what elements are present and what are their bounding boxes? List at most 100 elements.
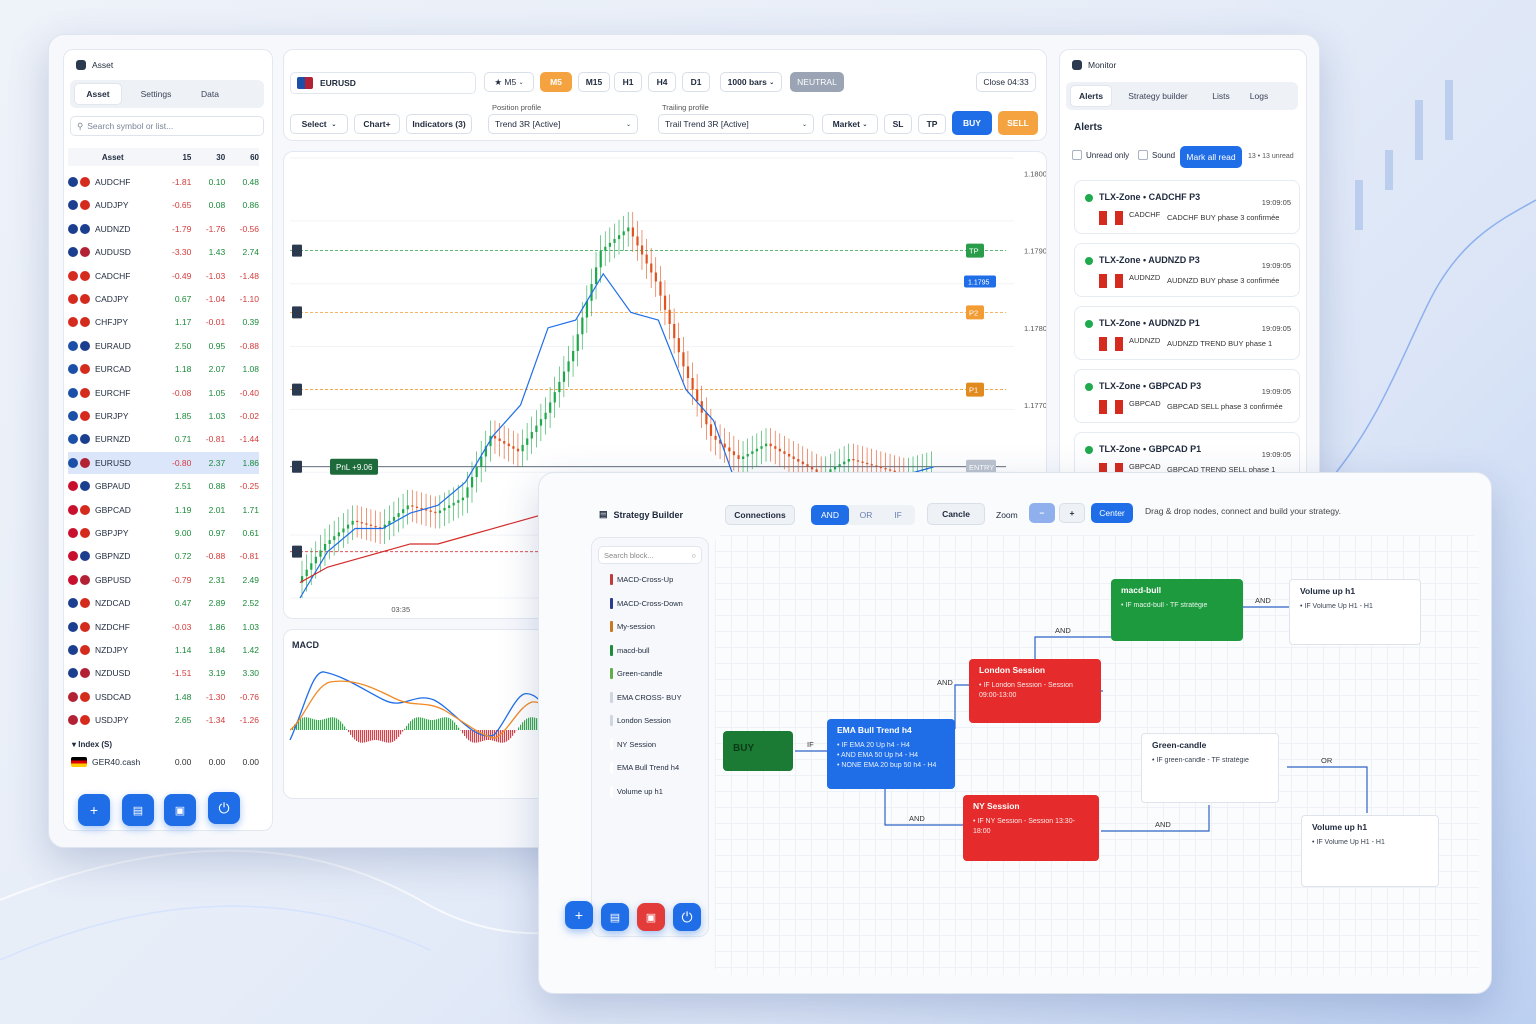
delete-button[interactable]: ▣: [164, 794, 196, 826]
center-button[interactable]: Center: [1091, 503, 1133, 523]
zoom-in-button[interactable]: +: [1059, 503, 1085, 523]
chart-plus-button[interactable]: Chart+: [354, 114, 400, 134]
connections-button[interactable]: Connections: [725, 505, 795, 525]
tab-alerts[interactable]: Alerts: [1070, 85, 1112, 107]
tab-strategy-builder[interactable]: Strategy builder: [1118, 85, 1198, 107]
alert-card[interactable]: TLX-Zone • CADCHF P3 19:09:05 CADCHF CADCHF…: [1074, 180, 1300, 234]
asset-row[interactable]: GBPNZD 0.72 -0.88 -0.81: [68, 545, 259, 567]
asset-row[interactable]: GBPCAD 1.19 2.01 1.71: [68, 499, 259, 521]
if-toggle[interactable]: IF: [883, 505, 913, 525]
node-ema-bull-trend[interactable]: EMA Bull Trend h4 • IF EMA 20 Up h4 - H4…: [827, 719, 955, 789]
block-item[interactable]: EMA Bull Trend h4: [610, 762, 679, 773]
asset-row[interactable]: CADCHF -0.49 -1.03 -1.48: [68, 265, 259, 287]
asset-row[interactable]: GBPJPY 9.00 0.97 0.61: [68, 522, 259, 544]
asset-row[interactable]: AUDJPY -0.65 0.08 0.86: [68, 194, 259, 216]
sl-button[interactable]: SL: [884, 114, 912, 134]
alert-card[interactable]: TLX-Zone • AUDNZD P3 19:09:05 AUDNZD AUDNZD…: [1074, 243, 1300, 297]
asset-row[interactable]: USDCAD 1.48 -1.30 -0.76: [68, 686, 259, 708]
asset-row[interactable]: NZDCAD 0.47 2.89 2.52: [68, 592, 259, 614]
asset-row[interactable]: USDJPY 2.65 -1.34 -1.26: [68, 709, 259, 731]
block-item[interactable]: Volume up h1: [610, 785, 663, 797]
asset-row[interactable]: CADJPY 0.67 -1.04 -1.10: [68, 288, 259, 310]
bars-select[interactable]: 1000 bars ⌄: [720, 72, 782, 92]
tab-data[interactable]: Data: [190, 83, 230, 105]
asset-row[interactable]: EURJPY 1.85 1.03 -0.02: [68, 405, 259, 427]
node-london-session[interactable]: London Session • IF London Session - Ses…: [969, 659, 1101, 723]
tf-h4[interactable]: H4: [648, 72, 676, 92]
sound-checkbox[interactable]: Sound: [1138, 150, 1175, 160]
block-search-input[interactable]: Search block... ○: [598, 546, 702, 564]
node-volume-up-h1-bottom[interactable]: Volume up h1 • IF Volume Up H1 - H1: [1301, 815, 1439, 887]
tf-d1[interactable]: D1: [682, 72, 710, 92]
index-row[interactable]: GER40.cash 0.00 0.00 0.00: [68, 751, 259, 773]
node-buy[interactable]: BUY: [723, 731, 793, 771]
block-item[interactable]: London Session: [610, 715, 671, 726]
order-type-select[interactable]: Market ⌄: [822, 114, 878, 134]
asset-row[interactable]: EURNZD 0.71 -0.81 -1.44: [68, 428, 259, 450]
asset-row[interactable]: EURCAD 1.18 2.07 1.08: [68, 358, 259, 380]
asset-row[interactable]: GBPAUD 2.51 0.88 -0.25: [68, 475, 259, 497]
level-marker-icon[interactable]: [292, 383, 302, 396]
block-item[interactable]: NY Session: [610, 738, 656, 750]
tab-logs[interactable]: Logs: [1242, 85, 1276, 107]
buy-button[interactable]: BUY: [952, 111, 992, 135]
add-button[interactable]: +: [78, 794, 110, 826]
builder-canvas[interactable]: IF AND AND AND AND AND OR BUY EMA Bull T…: [715, 535, 1479, 975]
level-marker-icon[interactable]: [292, 244, 302, 257]
node-green-candle[interactable]: Green-candle • IF green-candle - TF stra…: [1141, 733, 1279, 803]
asset-row[interactable]: NZDJPY 1.14 1.84 1.42: [68, 639, 259, 661]
document-button[interactable]: ▤: [122, 794, 154, 826]
position-profile-select[interactable]: Trend 3R [Active] ⌄: [488, 114, 638, 134]
favorite-timeframe[interactable]: ★ M5 ⌄: [484, 72, 534, 92]
level-marker-icon[interactable]: [292, 460, 302, 473]
index-group-label[interactable]: ▾ Index (S): [72, 740, 112, 749]
asset-row[interactable]: EURUSD -0.80 2.37 1.86: [68, 451, 259, 474]
power-button[interactable]: ⏻: [208, 792, 240, 824]
asset-row[interactable]: EURCHF -0.08 1.05 -0.40: [68, 382, 259, 404]
or-toggle[interactable]: OR: [851, 505, 881, 525]
alert-card[interactable]: TLX-Zone • AUDNZD P1 19:09:05 AUDNZD AUDNZD…: [1074, 306, 1300, 360]
zoom-out-button[interactable]: −: [1029, 503, 1055, 523]
node-ny-session[interactable]: NY Session • IF NY Session - Session 13:…: [963, 795, 1099, 861]
alert-card[interactable]: TLX-Zone • GBPCAD P3 19:09:05 GBPCAD GBPCAD…: [1074, 369, 1300, 423]
block-item[interactable]: MACD-Cross-Down: [610, 597, 683, 609]
select-dropdown[interactable]: Select ⌄: [290, 114, 348, 134]
and-toggle[interactable]: AND: [811, 505, 849, 525]
level-marker-icon[interactable]: [292, 306, 302, 319]
level-marker-icon[interactable]: [292, 545, 302, 558]
symbol-select[interactable]: EURUSD: [290, 72, 476, 94]
block-item[interactable]: My-session: [610, 621, 655, 632]
node-volume-up-h1-top[interactable]: Volume up h1 • IF Volume Up H1 - H1: [1289, 579, 1421, 645]
asset-row[interactable]: AUDNZD -1.79 -1.76 -0.56: [68, 218, 259, 240]
tab-asset[interactable]: Asset: [74, 83, 122, 105]
tf-m15[interactable]: M15: [578, 72, 610, 92]
tab-settings[interactable]: Settings: [128, 83, 184, 105]
add-node-button[interactable]: +: [565, 901, 593, 929]
indicators-button[interactable]: Indicators (3): [406, 114, 472, 134]
asset-row[interactable]: AUDUSD -3.30 1.43 2.74: [68, 241, 259, 263]
asset-row[interactable]: NZDCHF -0.03 1.86 1.03: [68, 616, 259, 638]
search-input[interactable]: ⚲ Search symbol or list...: [70, 116, 264, 136]
mark-all-read-button[interactable]: Mark all read: [1180, 146, 1242, 168]
cancel-button[interactable]: Cancle: [927, 503, 985, 525]
delete-node-button[interactable]: ▣: [637, 903, 665, 931]
unread-only-checkbox[interactable]: Unread only: [1072, 150, 1129, 160]
block-item[interactable]: MACD-Cross-Up: [610, 574, 673, 585]
asset-row[interactable]: CHFJPY 1.17 -0.01 0.39: [68, 311, 259, 333]
node-macd-bull[interactable]: macd-bull • IF macd-bull - TF stratégie: [1111, 579, 1243, 641]
sell-button[interactable]: SELL: [998, 111, 1038, 135]
block-item[interactable]: EMA CROSS- BUY: [610, 691, 682, 703]
block-item[interactable]: macd-bull: [610, 644, 650, 656]
power-node-button[interactable]: ⏻: [673, 903, 701, 931]
tab-lists[interactable]: Lists: [1204, 85, 1238, 107]
block-item[interactable]: Green-candle: [610, 668, 662, 679]
asset-row[interactable]: EURAUD 2.50 0.95 -0.88: [68, 335, 259, 357]
tp-button[interactable]: TP: [918, 114, 946, 134]
asset-row[interactable]: GBPUSD -0.79 2.31 2.49: [68, 569, 259, 591]
tf-m5[interactable]: M5: [540, 72, 572, 92]
asset-row[interactable]: AUDCHF -1.81 0.10 0.48: [68, 171, 259, 193]
save-node-button[interactable]: ▤: [601, 903, 629, 931]
asset-row[interactable]: NZDUSD -1.51 3.19 3.30: [68, 662, 259, 684]
trailing-profile-select[interactable]: Trail Trend 3R [Active] ⌄: [658, 114, 814, 134]
tf-h1[interactable]: H1: [614, 72, 642, 92]
